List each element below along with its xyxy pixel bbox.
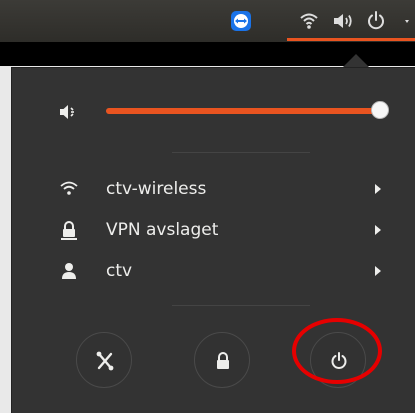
menu-item-label: ctv bbox=[106, 261, 133, 281]
wifi-icon bbox=[59, 179, 79, 203]
separator bbox=[172, 152, 310, 153]
separator bbox=[172, 305, 310, 306]
menu-item-label: VPN avslaget bbox=[106, 220, 219, 240]
chevron-right-icon bbox=[375, 225, 381, 235]
menu-item-label: ctv-wireless bbox=[106, 179, 207, 199]
power-icon[interactable] bbox=[364, 9, 388, 33]
chevron-right-icon bbox=[375, 266, 381, 276]
menu-pointer-arrow bbox=[342, 54, 370, 68]
lock-icon bbox=[217, 352, 229, 369]
highlight-ring bbox=[292, 318, 382, 384]
volume-slider-handle[interactable] bbox=[371, 101, 389, 119]
user-icon bbox=[59, 261, 79, 285]
menu-arrow-icon[interactable] bbox=[396, 9, 415, 33]
vpn-lock-icon bbox=[59, 220, 79, 244]
settings-button[interactable] bbox=[76, 332, 132, 388]
speaker-icon[interactable] bbox=[331, 9, 355, 33]
wifi-icon[interactable] bbox=[297, 9, 321, 33]
active-indicator-underline bbox=[287, 38, 415, 41]
speaker-muted-icon bbox=[58, 101, 80, 127]
volume-slider-fill bbox=[106, 108, 380, 114]
chevron-right-icon bbox=[375, 184, 381, 194]
settings-icon bbox=[96, 351, 114, 371]
menu-item-wifi[interactable]: ctv-wireless bbox=[42, 172, 402, 206]
top-bar bbox=[0, 0, 415, 42]
lock-button[interactable] bbox=[194, 332, 250, 388]
menu-item-user[interactable]: ctv bbox=[42, 254, 402, 288]
teamviewer-icon[interactable] bbox=[229, 9, 253, 33]
menu-item-vpn[interactable]: VPN avslaget bbox=[42, 213, 402, 247]
